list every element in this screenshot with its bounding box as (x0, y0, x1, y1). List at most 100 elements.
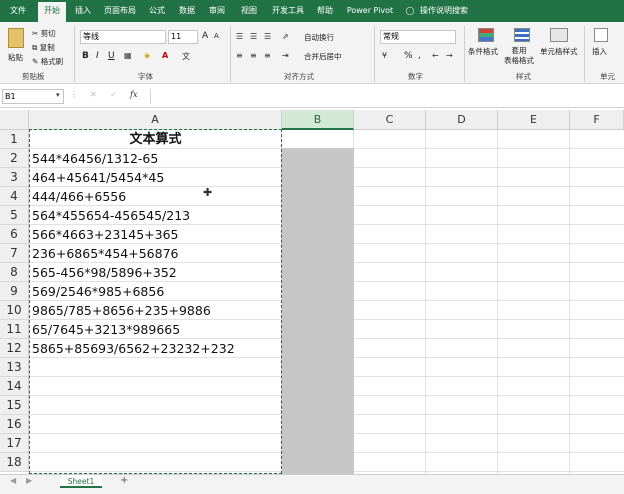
paste-button[interactable]: 粘贴 (8, 52, 23, 63)
fill-color-icon[interactable]: ◈ (144, 51, 150, 60)
comma-button[interactable]: , (418, 51, 421, 61)
row-header[interactable]: 10 (0, 301, 29, 320)
selected-column-b[interactable] (282, 148, 354, 474)
column-header-e[interactable]: E (498, 110, 570, 130)
cut-label: 剪切 (40, 29, 56, 38)
tab-home[interactable]: 开始 (38, 0, 66, 22)
percent-button[interactable]: % (404, 51, 413, 61)
tab-formulas[interactable]: 公式 (144, 0, 170, 22)
more-icon: ⋮ (70, 90, 78, 99)
cut-button[interactable]: ✂ 剪切 (32, 28, 56, 39)
ribbon: 粘贴 ✂ 剪切 ⧉ 复制 ✎ 格式刷 剪贴板 等线 11 A A B I U ▦… (0, 22, 624, 84)
tell-me-search[interactable]: 操作说明搜索 (418, 0, 470, 22)
decimal-increase-icon[interactable]: ← (432, 51, 439, 60)
row-header[interactable]: 5 (0, 206, 29, 225)
currency-icon[interactable]: ¥ (382, 51, 387, 60)
orientation-icon[interactable]: ⇗ (282, 32, 289, 41)
column-header-c[interactable]: C (354, 110, 426, 130)
copy-marquee (29, 129, 282, 474)
row-header[interactable]: 7 (0, 244, 29, 263)
row-header[interactable]: 2 (0, 149, 29, 168)
row-header[interactable]: 15 (0, 396, 29, 415)
column-header-f[interactable]: F (570, 110, 624, 130)
row-header[interactable]: 1 (0, 130, 29, 149)
sheet-tab-sheet1[interactable]: Sheet1 (60, 475, 102, 488)
select-all-corner[interactable] (0, 110, 29, 130)
enter-icon[interactable]: ✓ (110, 90, 117, 99)
next-sheet-icon[interactable]: ▶ (26, 476, 32, 485)
insert-cells-icon[interactable] (594, 28, 608, 42)
column-header-a[interactable]: A (29, 110, 282, 130)
cells-group-label: 单元 (600, 72, 615, 81)
tab-power-pivot[interactable]: Power Pivot (344, 0, 396, 22)
insert-cells-button[interactable]: 插入 (592, 46, 607, 57)
row-header[interactable]: 17 (0, 434, 29, 453)
tab-view[interactable]: 视图 (236, 0, 262, 22)
row-header[interactable]: 16 (0, 415, 29, 434)
decrease-font-button[interactable]: A (214, 32, 219, 40)
font-color-icon[interactable]: A (162, 51, 168, 60)
conditional-format-button[interactable]: 条件格式 (468, 46, 498, 57)
font-group-label: 字体 (138, 72, 153, 81)
number-format-select[interactable]: 常规 (380, 30, 456, 44)
merge-center-button[interactable]: 合并后居中 (304, 51, 342, 62)
indent-icon[interactable]: ⇥ (282, 51, 289, 60)
format-painter-button[interactable]: ✎ 格式刷 (32, 56, 63, 67)
styles-group-label: 样式 (516, 72, 531, 81)
lightbulb-icon: ◯ (405, 6, 415, 15)
copy-icon: ⧉ (32, 43, 38, 52)
table-format-icon[interactable] (514, 28, 530, 42)
formula-input[interactable] (150, 89, 622, 104)
row-header[interactable]: 18 (0, 453, 29, 472)
align-bottom-icon[interactable]: ☰ (264, 32, 271, 41)
row-header[interactable]: 13 (0, 358, 29, 377)
row-header[interactable]: 8 (0, 263, 29, 282)
row-header[interactable]: 14 (0, 377, 29, 396)
column-header-d[interactable]: D (426, 110, 498, 130)
cell-styles-button[interactable]: 单元格样式 (540, 46, 578, 57)
border-icon[interactable]: ▦ (124, 51, 132, 60)
row-header[interactable]: 11 (0, 320, 29, 339)
tab-data[interactable]: 数据 (174, 0, 200, 22)
name-box[interactable]: B1 (2, 89, 64, 104)
align-left-icon[interactable]: ≡ (236, 51, 243, 60)
row-header[interactable]: 12 (0, 339, 29, 358)
tab-help[interactable]: 帮助 (312, 0, 338, 22)
tab-review[interactable]: 审阅 (204, 0, 230, 22)
tab-page-layout[interactable]: 页面布局 (100, 0, 140, 22)
worksheet-grid: A B C D E F 1 2 3 4 5 6 7 8 9 10 11 12 13 14 15 16 17 18 … (0, 110, 624, 474)
row-header[interactable]: 4 (0, 187, 29, 206)
brush-icon: ✎ (32, 57, 39, 66)
add-sheet-button[interactable]: + (120, 475, 128, 486)
cell-styles-icon[interactable] (550, 28, 568, 42)
wrap-text-button[interactable]: 自动换行 (304, 32, 334, 43)
divider (584, 26, 585, 82)
increase-font-button[interactable]: A (202, 31, 208, 41)
cancel-icon[interactable]: ✕ (90, 90, 97, 99)
prev-sheet-icon[interactable]: ◀ (10, 476, 16, 485)
align-middle-icon[interactable]: ☰ (250, 32, 257, 41)
paste-icon[interactable] (8, 28, 24, 48)
copy-button[interactable]: ⧉ 复制 (32, 42, 55, 53)
underline-button[interactable]: U (108, 51, 115, 61)
row-header[interactable]: 9 (0, 282, 29, 301)
tab-file[interactable]: 文件 (4, 0, 32, 22)
align-top-icon[interactable]: ☰ (236, 32, 243, 41)
font-size-select[interactable]: 11 (168, 30, 198, 44)
phonetic-icon[interactable]: 文 (182, 51, 190, 62)
align-right-icon[interactable]: ≡ (264, 51, 271, 60)
insert-function-icon[interactable]: fx (130, 90, 137, 99)
row-header[interactable]: 3 (0, 168, 29, 187)
row-header[interactable]: 6 (0, 225, 29, 244)
column-header-b[interactable]: B (282, 110, 354, 130)
bold-button[interactable]: B (82, 51, 89, 61)
align-center-icon[interactable]: ≡ (250, 51, 257, 60)
font-name-select[interactable]: 等线 (80, 30, 166, 44)
conditional-format-icon[interactable] (478, 28, 494, 42)
decimal-decrease-icon[interactable]: → (446, 51, 453, 60)
chevron-down-icon[interactable]: ▾ (56, 91, 60, 99)
italic-button[interactable]: I (96, 51, 99, 61)
tab-developer[interactable]: 开发工具 (268, 0, 308, 22)
format-as-table-button[interactable]: 套用 表格格式 (504, 46, 534, 66)
tab-insert[interactable]: 插入 (70, 0, 96, 22)
